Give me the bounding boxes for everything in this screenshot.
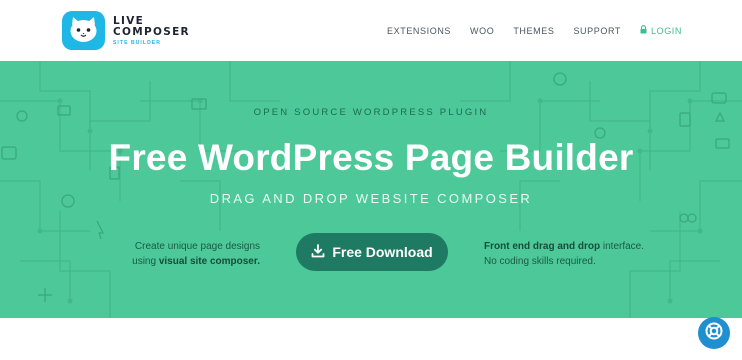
site-header: LIVE COMPOSER SITE BUILDER EXTENSIONS WO…	[0, 0, 742, 61]
circuit-pattern	[0, 61, 742, 318]
right-note-line2: No coding skills required.	[484, 256, 596, 267]
free-download-button[interactable]: Free Download	[296, 233, 448, 271]
nav-woo[interactable]: WOO	[470, 26, 494, 36]
logo[interactable]: LIVE COMPOSER SITE BUILDER	[62, 11, 190, 50]
right-note-rest: interface.	[600, 241, 645, 252]
lock-icon	[640, 25, 647, 36]
hero-section: OPEN SOURCE WORDPRESS PLUGIN Free WordPr…	[0, 61, 742, 318]
logo-line-2: COMPOSER	[113, 26, 190, 38]
lifebuoy-icon	[704, 321, 724, 346]
left-note-strong: visual site composer.	[158, 256, 260, 267]
nav-extensions[interactable]: EXTENSIONS	[387, 26, 451, 36]
nav-login[interactable]: LOGIN	[640, 25, 682, 36]
login-label: LOGIN	[650, 25, 682, 36]
logo-tagline: SITE BUILDER	[113, 39, 161, 46]
left-note-line1: Create unique page designs	[134, 241, 260, 252]
nav-support[interactable]: SUPPORT	[573, 26, 621, 36]
nav-themes[interactable]: THEMES	[513, 26, 554, 36]
cat-logo-icon	[62, 11, 105, 50]
help-widget-button[interactable]	[698, 317, 730, 349]
hero-subtitle: DRAG AND DROP WEBSITE COMPOSER	[209, 191, 533, 206]
download-icon	[311, 243, 325, 261]
logo-wordmark: LIVE COMPOSER SITE BUILDER	[113, 14, 190, 46]
hero-left-note: Create unique page designs using visual …	[120, 239, 260, 269]
download-label: Free Download	[332, 244, 433, 260]
hero-title: Free WordPress Page Builder	[108, 137, 634, 178]
right-note-strong: Front end drag and drop	[484, 241, 601, 252]
hero-right-note: Front end drag and drop interface. No co…	[484, 239, 664, 269]
left-note-prefix: using	[132, 256, 159, 267]
main-nav: EXTENSIONS WOO THEMES SUPPORT LOGIN	[368, 25, 682, 36]
logo-line-1: LIVE	[113, 14, 145, 27]
hero-kicker: OPEN SOURCE WORDPRESS PLUGIN	[253, 107, 489, 118]
